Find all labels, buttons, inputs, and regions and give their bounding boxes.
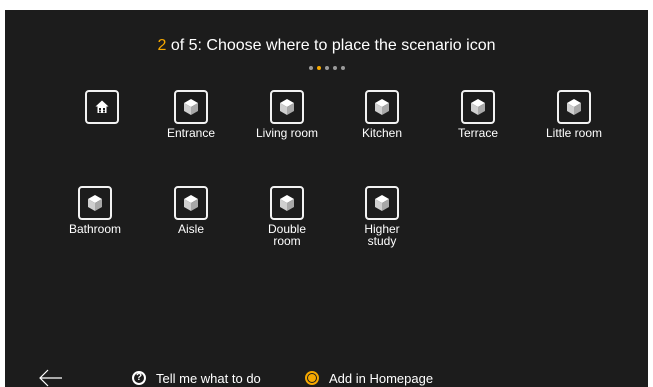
pager-dot [332,66,337,70]
tile-frame [270,186,304,220]
tile-frame [365,186,399,220]
cube-icon [88,195,102,211]
room-label: Terrace [457,126,498,140]
tile-frame [365,90,399,124]
room-tile-double-room[interactable]: Double room [242,186,332,247]
pager-dot [308,66,313,70]
tile-frame [174,90,208,124]
arrow-left-icon [39,369,62,387]
cube-icon [280,195,294,211]
room-tile-little-room[interactable]: Little room [529,90,619,139]
room-label: Entrance [166,126,216,140]
step-pager [5,66,648,70]
room-label: Aisle [177,222,204,236]
tile-frame [174,186,208,220]
step-text: of 5: Choose where to place the scenario… [166,37,496,54]
room-tile-entrance[interactable]: Entrance [146,90,236,139]
tile-frame [461,90,495,124]
page-title: 2 of 5: Choose where to place the scenar… [5,37,648,55]
tile-frame [85,90,119,124]
radio-selected-dot [308,374,316,382]
scenario-wizard-screen: 2 of 5: Choose where to place the scenar… [5,10,648,387]
room-tile-higher-study[interactable]: Higher study [337,186,427,247]
tile-frame [557,90,591,124]
cube-icon [567,99,581,115]
room-tile-terrace[interactable]: Terrace [433,90,523,139]
room-tile-home[interactable] [57,90,147,127]
room-tile-bathroom[interactable]: Bathroom [50,186,140,235]
cube-icon [471,99,485,115]
room-label: Double room [267,222,307,248]
tile-frame [78,186,112,220]
pager-dot [324,66,329,70]
tile-frame [270,90,304,124]
pager-dot [340,66,345,70]
cube-icon [375,195,389,211]
cube-icon [184,195,198,211]
homepage-label: Add in Homepage [329,370,434,386]
back-button[interactable] [38,369,64,387]
room-label: Higher study [364,222,400,248]
cube-icon [375,99,389,115]
homepage-radio[interactable] [305,371,319,385]
pager-dot-active [316,66,321,70]
room-label: Bathroom [68,222,122,236]
house-icon [95,100,109,113]
room-label: Kitchen [361,126,403,140]
room-tile-aisle[interactable]: Aisle [146,186,236,235]
cube-icon [280,99,294,115]
help-label: Tell me what to do [156,370,261,386]
question-circle-icon: ? [132,371,146,385]
help-button[interactable]: ? Tell me what to do [132,369,261,387]
cube-icon [184,99,198,115]
room-tile-living-room[interactable]: Living room [242,90,332,139]
room-label: Little room [545,126,603,140]
room-tile-kitchen[interactable]: Kitchen [337,90,427,139]
room-label: Living room [255,126,319,140]
add-homepage-option[interactable]: Add in Homepage [305,369,433,387]
footer-bar: ? Tell me what to do Add in Homepage [5,369,648,387]
